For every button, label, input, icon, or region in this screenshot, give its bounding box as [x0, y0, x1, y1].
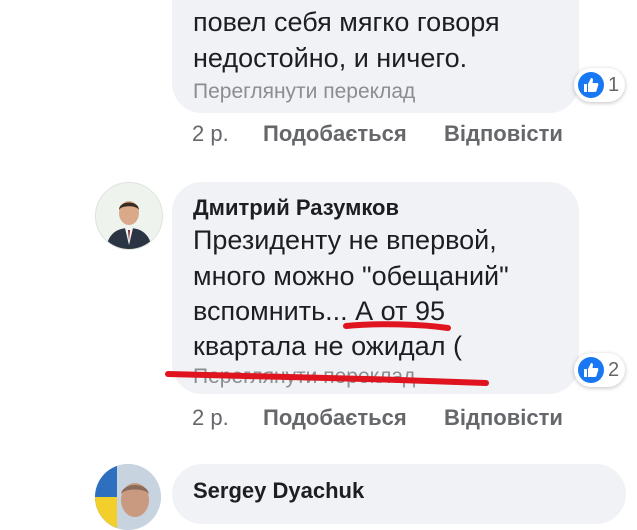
like-button[interactable]: Подобається [263, 121, 407, 147]
comment-time[interactable]: 2 р. [192, 405, 229, 431]
reply-button[interactable]: Відповісти [444, 121, 563, 147]
comment-text-line: много можно "обещаний" [193, 261, 509, 291]
like-icon [578, 357, 604, 383]
comment-text-line: повел себя мягко говоря [193, 7, 500, 37]
comment-text-line: недостойно, и ничего. [193, 43, 468, 73]
avatar[interactable] [95, 464, 161, 530]
comment-text-line: Президенту не впервой, [193, 225, 497, 255]
reaction-count[interactable]: 2 [574, 353, 626, 387]
reaction-count-number: 2 [608, 358, 620, 381]
see-translation-link[interactable]: Переглянути переклад [193, 80, 415, 104]
avatar[interactable] [95, 182, 163, 250]
comment-author[interactable]: Дмитрий Разумков [193, 195, 399, 221]
comment-text-line: квартала не ожидал ( [193, 331, 462, 361]
see-translation-link[interactable]: Переглянути переклад [193, 365, 415, 389]
reaction-count[interactable]: 1 [574, 68, 626, 102]
like-button[interactable]: Подобається [263, 405, 407, 431]
like-icon [578, 72, 604, 98]
comment-time[interactable]: 2 р. [192, 121, 229, 147]
reaction-count-number: 1 [608, 73, 620, 96]
reply-button[interactable]: Відповісти [444, 405, 563, 431]
comment-text-line: вспомнить... А от 95 [193, 296, 446, 326]
comment-author[interactable]: Sergey Dyachuk [193, 478, 364, 504]
